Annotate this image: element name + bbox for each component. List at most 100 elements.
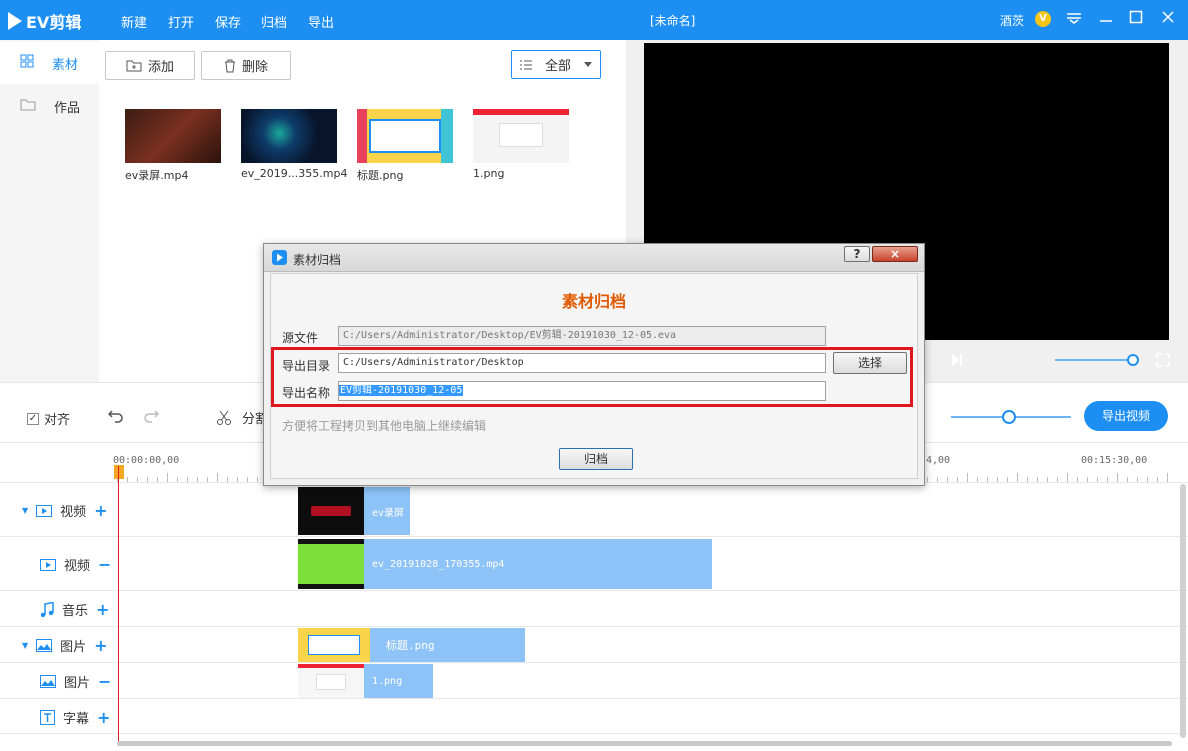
chevron-down-icon [583,62,592,67]
hint-text: 方便将工程拷贝到其他电脑上继续编辑 [282,419,487,433]
dialog-heading: 素材归档 [561,292,626,311]
sidebar-item-works[interactable]: 作品 [0,85,99,127]
export-name-field[interactable]: EV剪辑-20191030_12-05 [338,381,826,401]
playhead-line[interactable] [118,466,119,746]
grid-icon [20,54,34,72]
align-checkbox[interactable]: ✓ 对齐 [27,409,70,428]
play-logo-icon [8,12,22,30]
filter-label: 全部 [544,59,571,74]
collapse-arrow-icon[interactable]: ▼ [22,641,28,650]
video-thumbnail [241,109,337,163]
filter-dropdown[interactable]: 全部 [511,50,601,79]
track-label: 图片 [60,640,87,655]
timeline-clip[interactable]: ev录屏 [298,487,410,535]
menu-export[interactable]: 导出 [308,12,334,31]
sidebar-item-materials[interactable]: 素材 [0,42,99,84]
folder-icon [20,98,36,115]
clip-thumbnail [298,539,364,589]
dialog-close-button[interactable]: × [872,246,918,262]
timeline-clip[interactable]: 标题.png [298,628,525,662]
menu-dropdown-icon[interactable] [1064,10,1084,30]
material-item[interactable]: ev_2019...355.mp4 [241,109,347,180]
remove-track-icon[interactable]: − [98,672,111,691]
clip-label: 1.png [372,675,403,687]
scissors-icon [217,410,231,425]
maximize-icon[interactable] [1126,10,1146,30]
menu-new[interactable]: 新建 [121,12,147,31]
add-track-icon[interactable]: + [97,708,110,727]
add-button-label: 添加 [147,60,174,75]
help-button[interactable]: ? [844,246,870,262]
video-track-icon [36,504,53,517]
undo-icon[interactable] [107,408,124,427]
archive-button[interactable]: 归档 [559,448,633,470]
ruler-tick-label: 00:15:30,00 [1081,455,1148,466]
add-button[interactable]: 添加 [105,51,195,80]
vip-badge-icon[interactable]: V [1035,11,1051,27]
track-header: 视频 − [40,555,111,574]
track-label: 视频 [64,559,91,574]
list-icon [520,60,532,69]
collapse-arrow-icon[interactable]: ▼ [22,506,28,515]
menu-save[interactable]: 保存 [215,12,241,31]
material-label: 标题.png [357,169,404,182]
dialog-body: 素材归档 源文件 C:/Users/Administrator/Desktop/… [270,273,918,479]
trash-icon [224,59,235,72]
user-name[interactable]: 酒茨 [1000,12,1024,29]
horizontal-scrollbar[interactable] [117,741,1172,746]
track-header: 音乐 + [40,600,109,619]
next-frame-icon[interactable] [951,353,963,370]
menu-archive[interactable]: 归档 [261,12,287,31]
add-track-icon[interactable]: + [96,600,109,619]
redo-icon[interactable] [143,408,160,427]
choose-button[interactable]: 选择 [833,352,907,374]
add-track-icon[interactable]: + [94,501,107,520]
material-item[interactable]: ev录屏.mp4 [125,109,221,183]
archive-dialog: 素材归档 ? × 素材归档 源文件 C:/Users/Administrator… [263,243,925,486]
ruler-tick-label: 4,00 [926,455,951,466]
clip-thumbnail [298,628,370,662]
document-title: [未命名] [650,14,696,28]
track-header: ▼ 视频 + [22,501,108,520]
source-file-label: 源文件 [282,331,319,345]
track-label: 音乐 [62,604,89,619]
delete-button[interactable]: 删除 [201,51,291,80]
delete-button-label: 删除 [241,60,268,75]
align-label: 对齐 [44,413,71,428]
clip-thumbnail [298,487,364,535]
sidebar-item-label: 素材 [52,57,79,73]
close-icon[interactable] [1158,10,1178,30]
checkbox-checked-icon: ✓ [27,412,39,425]
selected-text: EV剪辑-20191030_12-05 [339,385,464,396]
timeline-clip[interactable]: ev_20191028_170355.mp4 [298,539,712,589]
vertical-scrollbar[interactable] [1180,484,1186,738]
image-track-icon [36,639,53,652]
remove-track-icon[interactable]: − [98,555,111,574]
volume-slider[interactable] [1055,359,1133,361]
material-item[interactable]: 标题.png [357,109,453,183]
track-row: 图片 − 1.png [0,662,1188,698]
app-logo: EV剪辑 [8,9,81,33]
zoom-slider-handle[interactable] [1002,410,1016,424]
material-label: ev录屏.mp4 [125,169,189,182]
export-video-button[interactable]: 导出视频 [1084,401,1168,431]
music-note-icon [40,601,54,617]
export-name-label: 导出名称 [282,386,331,400]
export-dir-field[interactable]: C:/Users/Administrator/Desktop [338,353,826,373]
track-row: ▼ 视频 + ev录屏 [0,482,1188,536]
split-button[interactable]: 分割 [216,408,268,427]
timeline-clip[interactable]: 1.png [298,664,433,698]
track-row: 视频 − ev_20191028_170355.mp4 [0,536,1188,590]
playhead-handle[interactable] [114,465,124,479]
image-thumbnail [473,109,569,163]
material-label: 1.png [473,167,505,180]
menu-open[interactable]: 打开 [168,12,194,31]
image-thumbnail [357,109,453,163]
dialog-title-bar: 素材归档 ? × [264,244,924,272]
add-track-icon[interactable]: + [94,636,107,655]
volume-slider-handle[interactable] [1127,354,1139,366]
fullscreen-icon[interactable] [1156,353,1170,370]
sidebar: 素材 作品 [0,40,99,382]
material-item[interactable]: 1.png [473,109,569,180]
minimize-icon[interactable] [1096,10,1116,30]
